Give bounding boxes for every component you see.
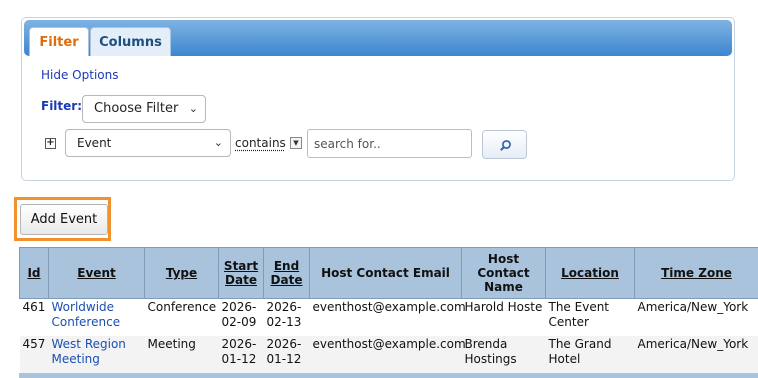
column-header-start-date[interactable]: Start Date <box>218 247 264 299</box>
column-header-host-name: Host Contact Name <box>461 247 546 299</box>
cell-location: The Grand Hotel <box>545 336 635 373</box>
choose-filter-select[interactable]: Choose Filter ⌄ <box>82 95 206 123</box>
cell-event: West Region Meeting <box>48 336 145 373</box>
column-header-event[interactable]: Event <box>48 247 145 299</box>
cell-id: 461 <box>19 298 49 336</box>
operator-label[interactable]: contains <box>235 136 286 150</box>
cell-time-zone: America/New_York <box>634 298 758 336</box>
add-event-button[interactable]: Add Event <box>20 204 108 235</box>
tab-bar: Filter Columns <box>24 20 732 56</box>
cell-id: 457 <box>19 336 49 373</box>
cell-location: The Event Center <box>545 298 635 336</box>
cell-end-date: 2026-02-13 <box>263 298 310 336</box>
plus-icon[interactable]: + <box>45 138 56 149</box>
cell-start-date: 2026-02-09 <box>218 298 264 336</box>
cell-host-name: Brenda Hostings <box>461 336 546 373</box>
events-table: Id Event Type Start Date End Date Host C… <box>19 247 758 373</box>
table-footer-bar <box>19 373 758 378</box>
cell-event: Worldwide Conference <box>48 298 145 336</box>
cell-time-zone: America/New_York <box>634 336 758 373</box>
cell-type: Meeting <box>144 336 219 373</box>
cell-start-date: 2026-01-12 <box>218 336 264 373</box>
search-button[interactable] <box>482 130 527 159</box>
table-row: 461 Worldwide Conference Conference 2026… <box>19 298 758 336</box>
cell-type: Conference <box>144 298 219 336</box>
table-header-row: Id Event Type Start Date End Date Host C… <box>19 247 758 299</box>
tab-filter[interactable]: Filter <box>29 27 89 56</box>
search-input[interactable] <box>307 129 472 158</box>
magnifier-icon <box>500 140 511 151</box>
column-header-end-date[interactable]: End Date <box>263 247 310 299</box>
choose-filter-value: Choose Filter <box>94 101 179 116</box>
event-link[interactable]: West Region Meeting <box>52 337 126 366</box>
event-link[interactable]: Worldwide Conference <box>52 300 121 329</box>
filter-panel: Filter Columns Hide Options Filter: Choo… <box>21 17 735 181</box>
column-header-location[interactable]: Location <box>545 247 635 299</box>
operator-dropdown-icon[interactable]: ▼ <box>290 137 302 149</box>
cell-host-email: eventhost@example.com <box>309 298 466 336</box>
cell-host-name: Harold Hoste <box>461 298 546 336</box>
column-header-type[interactable]: Type <box>144 247 219 299</box>
cell-end-date: 2026-01-12 <box>263 336 310 373</box>
table-row: 457 West Region Meeting Meeting 2026-01-… <box>19 336 758 373</box>
chevron-down-icon: ⌄ <box>213 136 223 149</box>
field-select[interactable]: Event ⌄ <box>65 129 231 157</box>
tab-columns[interactable]: Columns <box>90 27 171 56</box>
hide-options-link[interactable]: Hide Options <box>41 68 118 82</box>
chevron-down-icon: ⌄ <box>188 102 198 115</box>
column-header-time-zone[interactable]: Time Zone <box>634 247 758 299</box>
column-header-host-email: Host Contact Email <box>309 247 462 299</box>
cell-host-email: eventhost@example.com <box>309 336 466 373</box>
field-select-value: Event <box>77 136 112 150</box>
column-header-id[interactable]: Id <box>19 247 49 299</box>
filter-label: Filter: <box>41 99 83 113</box>
